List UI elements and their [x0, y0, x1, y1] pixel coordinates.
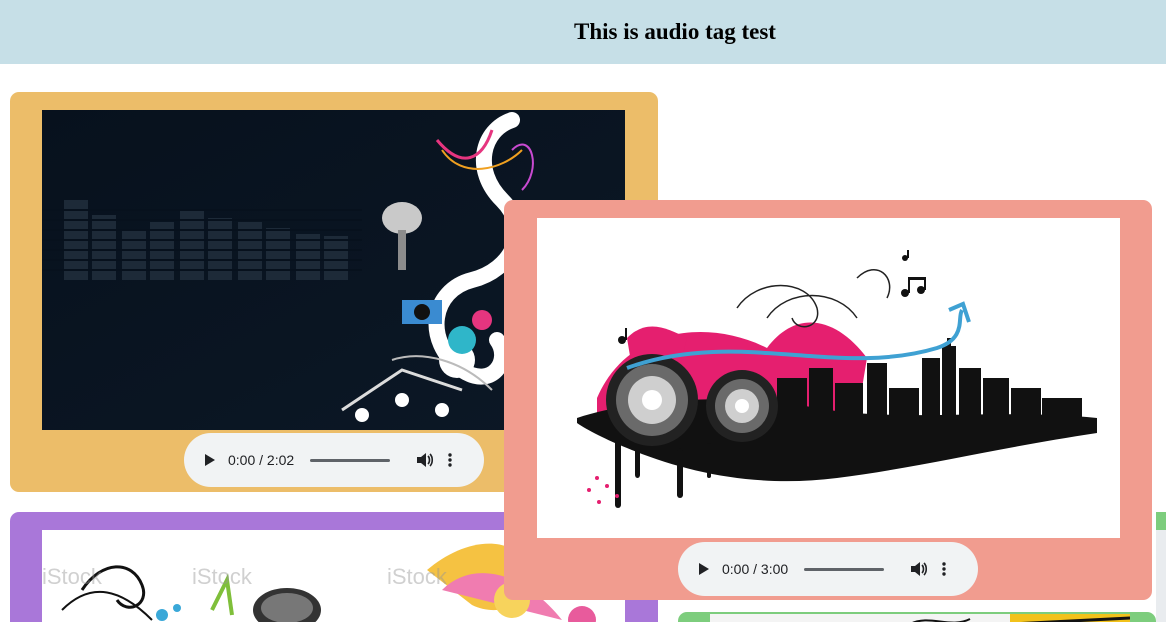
play-icon[interactable]: [204, 452, 218, 468]
audio-player-1[interactable]: 0:00 / 2:02: [184, 433, 484, 487]
more-options-icon[interactable]: [448, 451, 454, 469]
page-title: This is audio tag test: [574, 19, 776, 44]
player-1-progress-track[interactable]: [310, 458, 390, 462]
player-1-time: 0:00 / 2:02: [228, 452, 295, 468]
watermark-3: iStock: [387, 564, 447, 589]
play-icon[interactable]: [698, 561, 712, 577]
right-edge-green: [1156, 512, 1166, 530]
card-2-artwork: [537, 218, 1120, 538]
watermark-1: iStock: [42, 564, 102, 589]
audio-card-4: [678, 612, 1156, 622]
page-header: This is audio tag test: [0, 0, 1166, 64]
card-4-artwork: [710, 614, 1130, 622]
more-options-icon[interactable]: [942, 560, 948, 578]
volume-icon[interactable]: [910, 560, 928, 578]
audio-player-2[interactable]: 0:00 / 3:00: [678, 542, 978, 596]
player-2-time: 0:00 / 3:00: [722, 561, 789, 577]
volume-icon[interactable]: [416, 451, 434, 469]
audio-card-2: 0:00 / 3:00: [504, 200, 1152, 600]
watermark-2: iStock: [192, 564, 252, 589]
player-2-progress-track[interactable]: [804, 567, 884, 571]
